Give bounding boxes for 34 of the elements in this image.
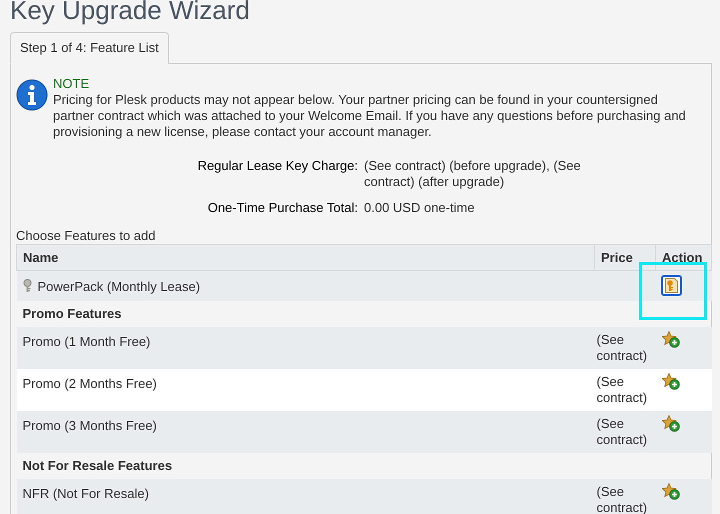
table-cell: Promo (3 Months Free) bbox=[16, 410, 594, 452]
column-header: Price bbox=[594, 244, 656, 270]
table-cell: Promo (2 Months Free) bbox=[16, 368, 594, 410]
table-cell: PowerPack (Monthly Lease) bbox=[16, 270, 594, 300]
star-add-icon bbox=[662, 482, 680, 500]
summary-label: Regular Lease Key Charge: bbox=[196, 158, 358, 175]
summary-label: One-Time Purchase Total: bbox=[206, 200, 358, 216]
table-cell: (See contract) bbox=[594, 410, 656, 452]
tab[interactable]: Step 1 of 4: Feature List bbox=[10, 32, 169, 64]
info-icon bbox=[16, 79, 48, 111]
page-title: Key Upgrade Wizard bbox=[10, 0, 251, 25]
key-icon bbox=[22, 279, 32, 293]
table-cell: (See contract) bbox=[594, 478, 656, 514]
summary-value: 0.00 USD one-time bbox=[364, 200, 476, 216]
star-add-icon bbox=[662, 372, 680, 390]
table-cell: (See contract) bbox=[594, 326, 656, 368]
table-caption: Choose Features to add bbox=[16, 228, 156, 244]
table-cell: (See contract) bbox=[594, 368, 656, 410]
table-cell: Promo (1 Month Free) bbox=[16, 326, 594, 368]
license-button[interactable] bbox=[660, 275, 682, 296]
add-feature-button[interactable] bbox=[662, 482, 680, 500]
table-cell: NFR (Not For Resale) bbox=[16, 478, 594, 514]
key-document-icon bbox=[664, 278, 678, 293]
add-feature-button[interactable] bbox=[662, 372, 680, 390]
section-heading: Promo Features bbox=[16, 300, 712, 326]
add-feature-button[interactable] bbox=[662, 414, 680, 432]
section-heading: Not For Resale Features bbox=[16, 452, 712, 478]
column-header: Name bbox=[16, 244, 594, 270]
add-feature-button[interactable] bbox=[662, 330, 680, 348]
star-add-icon bbox=[662, 330, 680, 348]
note-heading: NOTE bbox=[53, 76, 90, 92]
star-add-icon bbox=[662, 414, 680, 432]
summary-value: (See contract) (before upgrade), (See contract) (after upgrade) bbox=[364, 158, 582, 190]
note-text: Pricing for Plesk products may not appear below. Your partner pricing can be found in your countersigned partner contract which was attached to your Welcome Email. If you have any questions before purchasing and provisioning a new license, please contact your account manager. bbox=[53, 92, 687, 140]
